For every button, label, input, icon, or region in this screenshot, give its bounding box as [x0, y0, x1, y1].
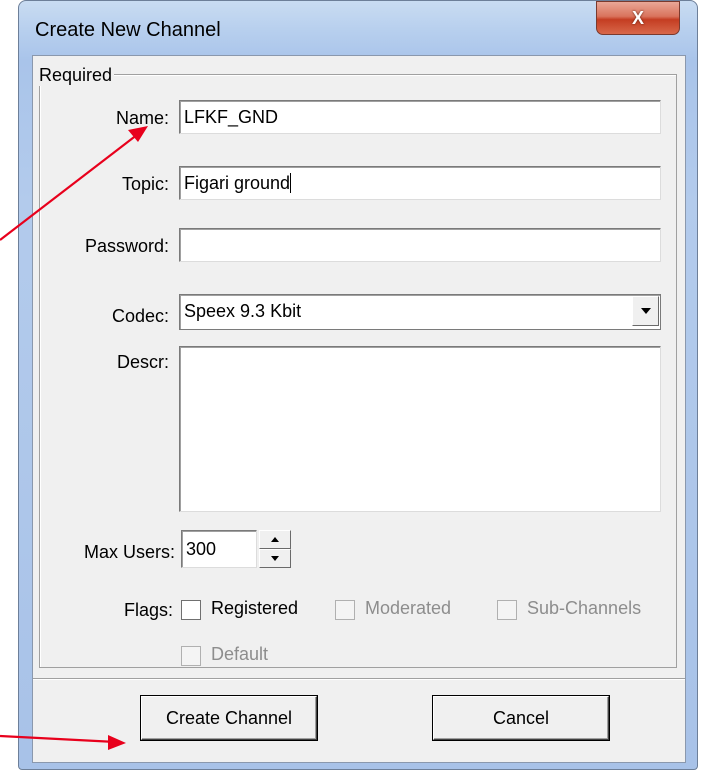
- annotation-arrow-create: [0, 734, 126, 750]
- annotation-arrow-name: [0, 126, 148, 241]
- annotation-arrows: [0, 126, 148, 750]
